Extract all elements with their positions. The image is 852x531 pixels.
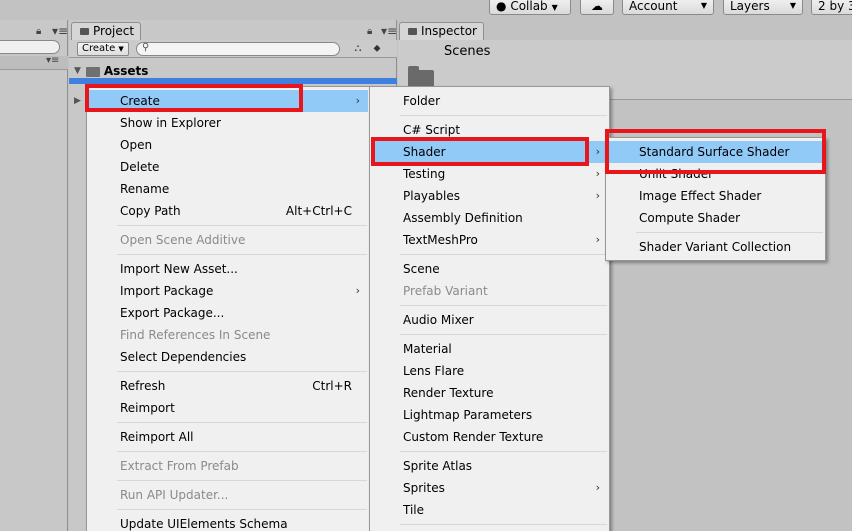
panel-menu-icon[interactable]: ▾≡ — [46, 55, 59, 66]
chevron-down-icon: ▼ — [551, 3, 558, 12]
menu-item-import-new-asset[interactable]: Import New Asset... — [88, 258, 368, 280]
folder-icon — [86, 66, 100, 77]
context-menu: Create › Show in Explorer Open Delete Ren… — [86, 86, 370, 531]
chevron-down-icon: ▼ — [118, 45, 124, 53]
menu-item-lens-flare[interactable]: Lens Flare — [371, 360, 608, 382]
menu-separator — [117, 254, 367, 255]
lock-icon[interactable]: 🔒︎ — [36, 26, 41, 37]
menu-item-compute-shader[interactable]: Compute Shader — [607, 207, 824, 229]
menu-separator — [400, 254, 607, 255]
menu-item-custom-render-texture[interactable]: Custom Render Texture — [371, 426, 608, 448]
tab-inspector[interactable]: Inspector — [399, 22, 484, 41]
menu-separator — [636, 232, 823, 233]
menu-item-import-package[interactable]: Import Package › — [88, 280, 368, 302]
menu-item-prefab-variant: Prefab Variant — [403, 284, 488, 298]
menu-item-image-effect-shader[interactable]: Image Effect Shader — [607, 185, 824, 207]
menu-item-folder[interactable]: Folder — [371, 90, 608, 112]
menu-item-sprites[interactable]: Sprites › — [371, 477, 608, 499]
inspector-title: Scenes — [444, 44, 491, 59]
lock-icon[interactable]: 🔒︎ — [367, 26, 372, 37]
panel-menu-icon[interactable]: ▾≡ — [52, 24, 68, 38]
chevron-right-icon: › — [595, 167, 600, 180]
hierarchy-search-input[interactable] — [0, 40, 60, 54]
menu-separator — [400, 451, 607, 452]
menu-item-find-references: Find References In Scene — [120, 328, 271, 342]
menu-item-extract-from-prefab: Extract From Prefab — [120, 459, 239, 473]
chevron-right-icon: › — [595, 481, 600, 494]
chevron-right-icon: › — [595, 145, 600, 158]
menu-separator — [117, 371, 367, 372]
annotation-box-shader — [371, 137, 589, 166]
layout-button[interactable]: 2 by 3 — [811, 0, 852, 15]
hierarchy-scene-row[interactable]: ▾≡ — [0, 55, 68, 70]
menu-item-assembly-definition[interactable]: Assembly Definition — [371, 207, 608, 229]
account-button[interactable]: Account ▼ — [622, 0, 714, 15]
menu-item-sprite-atlas[interactable]: Sprite Atlas — [371, 455, 608, 477]
main-toolbar: ● Collab ▼ ☁ Account ▼ Layers ▼ 2 by 3 — [0, 0, 852, 20]
info-icon — [408, 28, 417, 35]
menu-item-scene[interactable]: Scene — [371, 258, 608, 280]
cloud-button[interactable]: ☁ — [580, 0, 614, 15]
menu-item-open-scene-additive: Open Scene Additive — [120, 233, 246, 247]
chevron-right-icon: › — [595, 233, 600, 246]
menu-item-run-api-updater: Run API Updater... — [120, 488, 229, 502]
menu-separator — [400, 305, 607, 306]
menu-item-refresh[interactable]: Refresh Ctrl+R — [88, 375, 368, 397]
layers-button[interactable]: Layers ▼ — [723, 0, 803, 15]
menu-item-update-uielements[interactable]: Update UIElements Schema — [88, 513, 368, 531]
menu-item-lightmap-parameters[interactable]: Lightmap Parameters — [371, 404, 608, 426]
chevron-down-icon: ▼ — [789, 1, 796, 10]
chevron-right-icon: › — [355, 284, 360, 297]
menu-item-testing[interactable]: Testing › — [371, 163, 608, 185]
annotation-box-create — [85, 84, 303, 112]
hierarchy-panel: 🔒︎ ▾≡ ▾≡ — [0, 20, 68, 531]
menu-item-tile[interactable]: Tile — [371, 499, 608, 521]
menu-separator — [400, 115, 607, 116]
menu-item-reimport[interactable]: Reimport — [88, 397, 368, 419]
cloud-icon: ☁ — [591, 0, 603, 13]
menu-item-audio-mixer[interactable]: Audio Mixer — [371, 309, 608, 331]
folder-icon — [80, 28, 89, 35]
menu-item-shader-variant-collection[interactable]: Shader Variant Collection — [607, 236, 824, 258]
menu-item-copy-path[interactable]: Copy Path Alt+Ctrl+C — [88, 200, 368, 222]
tab-project[interactable]: Project — [71, 22, 142, 41]
chevron-right-icon: › — [355, 94, 360, 107]
menu-item-reimport-all[interactable]: Reimport All — [88, 426, 368, 448]
menu-item-rename[interactable]: Rename — [88, 178, 368, 200]
create-dropdown[interactable]: Create ▼ — [77, 42, 129, 56]
collab-icon: ● — [496, 0, 507, 13]
menu-separator — [400, 334, 607, 335]
project-search-input[interactable]: ⚲ — [136, 42, 340, 56]
collab-button[interactable]: ● Collab ▼ — [489, 0, 571, 15]
menu-separator — [117, 451, 367, 452]
menu-item-material[interactable]: Material — [371, 338, 608, 360]
menu-item-open[interactable]: Open — [88, 134, 368, 156]
menu-separator — [117, 509, 367, 510]
project-toolbar: Create ▼ ⚲ ⛬ ⬥ — [69, 40, 397, 58]
expand-triangle-icon[interactable]: ▶ — [74, 92, 81, 110]
menu-item-textmeshpro[interactable]: TextMeshPro › — [371, 229, 608, 251]
panel-menu-icon[interactable]: ▾≡ — [381, 24, 397, 38]
filter-by-type-icon[interactable]: ⛬ — [350, 42, 366, 56]
search-icon: ⚲ — [142, 42, 150, 53]
menu-separator — [117, 422, 367, 423]
menu-item-show-in-explorer[interactable]: Show in Explorer — [88, 112, 368, 134]
menu-item-export-package[interactable]: Export Package... — [88, 302, 368, 324]
menu-separator — [400, 524, 607, 525]
filter-by-label-icon[interactable]: ⬥ — [369, 42, 385, 56]
menu-item-delete[interactable]: Delete — [88, 156, 368, 178]
menu-item-render-texture[interactable]: Render Texture — [371, 382, 608, 404]
menu-item-select-dependencies[interactable]: Select Dependencies — [88, 346, 368, 368]
menu-separator — [117, 225, 367, 226]
annotation-box-standard-surface — [605, 129, 826, 174]
chevron-down-icon: ▼ — [700, 1, 707, 10]
menu-item-playables[interactable]: Playables › — [371, 185, 608, 207]
chevron-right-icon: › — [595, 189, 600, 202]
menu-separator — [117, 480, 367, 481]
